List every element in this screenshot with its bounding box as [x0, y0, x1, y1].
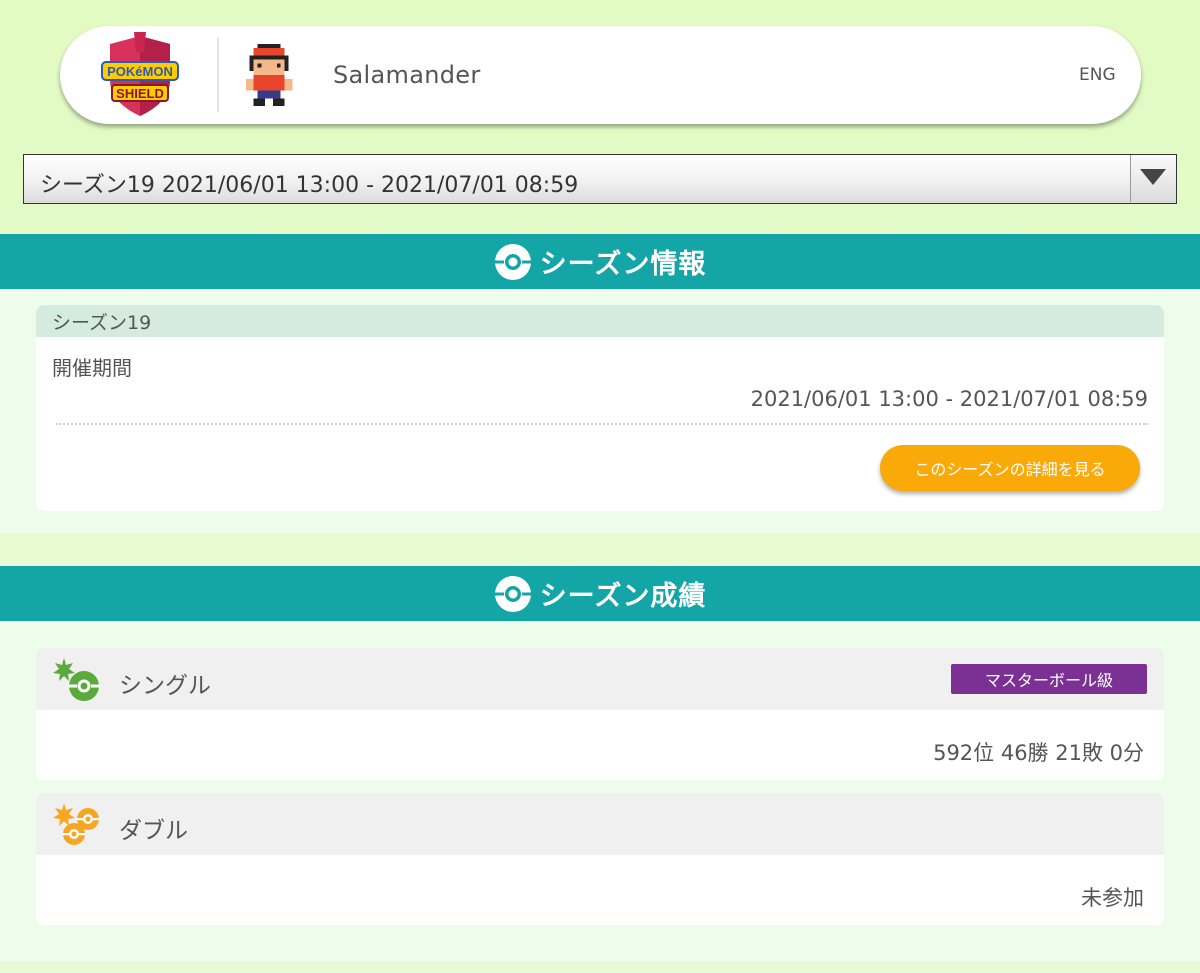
pokeball-icon	[494, 575, 531, 612]
player-name: Salamander	[333, 61, 481, 89]
season-info-body: シーズン19 開催期間 2021/06/01 13:00 - 2021/07/0…	[0, 289, 1200, 534]
single-battle-header: シングル マスターボール級	[36, 648, 1164, 710]
season-detail-button[interactable]: このシーズンの詳細を見る	[880, 445, 1140, 491]
trainer-avatar	[245, 44, 293, 106]
single-battle-title: シングル	[119, 673, 211, 699]
period-label: 開催期間	[52, 356, 132, 380]
single-battle-card: シングル マスターボール級 592位 46勝 21敗 0分	[36, 648, 1164, 780]
chevron-down-icon	[1140, 169, 1166, 185]
pokemon-shield-logo: POKéMON SHIELD	[101, 32, 179, 116]
pokeball-icon	[494, 243, 531, 280]
double-battle-card: ダブル 未参加	[36, 793, 1164, 925]
dotted-divider	[56, 423, 1148, 425]
season-select[interactable]: シーズン19 2021/06/01 13:00 - 2021/07/01 08:…	[23, 154, 1177, 204]
season-select-arrow[interactable]	[1130, 155, 1176, 202]
rank-class-badge: マスターボール級	[951, 664, 1147, 694]
season-select-value: シーズン19 2021/06/01 13:00 - 2021/07/01 08:…	[40, 173, 579, 198]
svg-text:SHIELD: SHIELD	[116, 86, 164, 101]
season-card-title: シーズン19	[36, 305, 1164, 337]
season-info-title: シーズン情報	[539, 249, 707, 280]
season-results-band: シーズン成績	[0, 566, 1200, 621]
svg-text:POKéMON: POKéMON	[107, 64, 173, 79]
header-divider	[217, 38, 219, 112]
period-value: 2021/06/01 13:00 - 2021/07/01 08:59	[750, 387, 1148, 411]
profile-header: POKéMON SHIELD Salamander ENG	[60, 26, 1141, 124]
language-toggle[interactable]: ENG	[1079, 65, 1116, 85]
season-results-body: シングル マスターボール級 592位 46勝 21敗 0分 ダブル 未参加	[0, 621, 1200, 961]
single-battle-result: 592位 46勝 21敗 0分	[933, 741, 1144, 765]
season-info-card: シーズン19 開催期間 2021/06/01 13:00 - 2021/07/0…	[36, 305, 1164, 511]
season-info-band: シーズン情報	[0, 234, 1200, 289]
season-results-title: シーズン成績	[539, 581, 707, 612]
single-battle-icon	[53, 658, 99, 701]
double-battle-header: ダブル	[36, 793, 1164, 855]
double-battle-icon	[53, 803, 99, 845]
double-battle-title: ダブル	[119, 818, 188, 844]
double-battle-result: 未参加	[1081, 886, 1144, 910]
